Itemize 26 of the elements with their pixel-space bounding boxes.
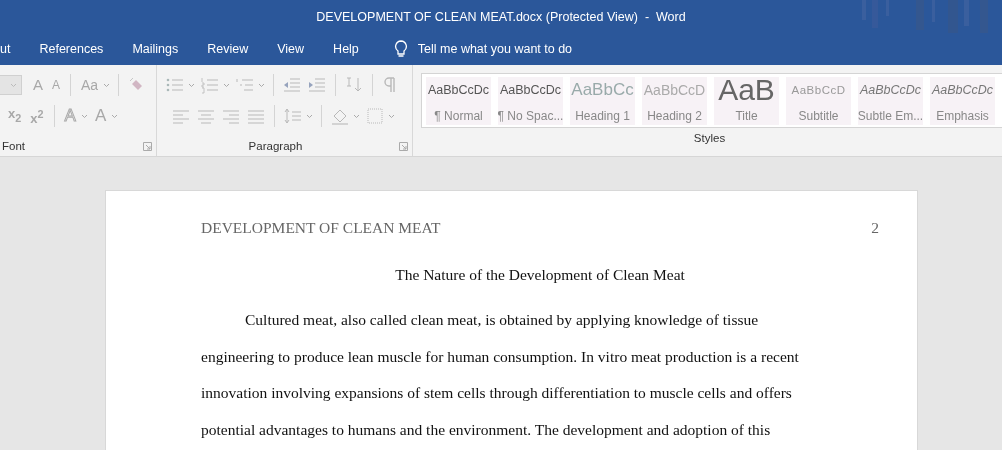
ribbon-tab[interactable]: ut <box>0 37 11 61</box>
caret-icon <box>352 113 360 119</box>
ribbon-tab[interactable]: Help <box>333 37 359 61</box>
tell-me-field[interactable]: Tell me what you want to do <box>393 40 618 58</box>
window-title: DEVELOPMENT OF CLEAN MEAT.docx (Protected View) - Word <box>316 9 686 24</box>
caret-icon <box>222 82 230 88</box>
ribbon-tab[interactable]: References <box>39 37 104 61</box>
caret-icon <box>10 82 17 88</box>
group-label: Styles <box>693 132 726 144</box>
caret-icon <box>257 82 265 88</box>
group-label: Font <box>2 140 25 152</box>
caret-icon <box>305 113 313 119</box>
caret-icon <box>187 82 195 88</box>
ribbon-tab[interactable]: Review <box>207 37 249 61</box>
body-paragraph: Cultured meat, also called clean meat, is obtained by applying knowledge of tissue engineering to produce lean muscle for human consumption. In vitro meat production is a recent innovation involving expansions of stem cells through differentiation to muscle cells and offers potential advantages to humans and the environment. The development and adoption of this <box>201 310 800 441</box>
caret-icon <box>387 113 395 119</box>
ribbon-tab[interactable]: View <box>277 37 305 61</box>
caret-icon <box>103 82 111 88</box>
lightbulb-icon <box>393 40 408 58</box>
group-label: Paragraph <box>248 140 303 152</box>
document-heading: The Nature of the Development of Clean Meat <box>395 266 685 283</box>
page-number: 2 <box>871 219 879 237</box>
running-header: DEVELOPMENT OF CLEAN MEAT <box>201 219 441 237</box>
caret-icon <box>80 113 88 119</box>
ribbon-tab[interactable]: Mailings <box>132 37 179 61</box>
caret-icon <box>111 113 119 119</box>
